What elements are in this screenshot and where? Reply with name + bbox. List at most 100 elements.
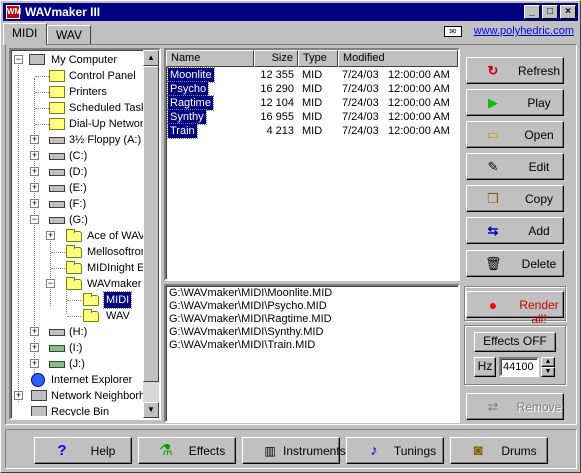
tree-item-drive-i[interactable]: + (I:) [11,340,159,356]
file-row[interactable]: Train 4 213 MID 7/24/03 12:00:00 AM [166,123,458,139]
file-row[interactable]: Synthy 16 955 MID 7/24/03 12:00:00 AM [166,109,458,125]
website-link[interactable]: www.polyhedric.com [474,25,574,37]
open-button[interactable]: ▭ Open [466,121,564,148]
tree-item-dialup[interactable]: Dial-Up Networking [11,116,159,132]
tree-item-wavmaker[interactable]: − WAVmaker [11,276,159,292]
expand-icon[interactable]: + [30,167,39,176]
column-header-size[interactable]: Size [254,50,298,67]
tree-item-printers[interactable]: Printers [11,84,159,100]
add-button[interactable]: ⇆ Add [466,217,564,244]
drive-icon [49,169,65,176]
piano-icon: ▥ [264,444,276,458]
list-item[interactable]: G:\WAVmaker\MIDI\Psycho.MID [169,300,327,313]
minimize-button[interactable]: _ [524,5,540,19]
scroll-thumb[interactable] [143,66,159,382]
tree-item-drive-c[interactable]: + (C:) [11,148,159,164]
expand-icon[interactable]: + [30,343,39,352]
drive-icon [49,329,65,336]
instruments-button[interactable]: ▥ Instruments [242,437,346,464]
printers-icon [49,86,65,98]
window-title: WAVmaker III [25,5,101,19]
email-icon[interactable]: ✉ [443,26,462,37]
file-row[interactable]: Moonlite 12 355 MID 7/24/03 12:00:00 AM [166,67,458,83]
folder-icon [66,261,82,274]
collapse-icon[interactable]: − [14,55,23,64]
title-bar[interactable]: WM WAVmaker III _ □ × [3,3,578,21]
tree-item-midi[interactable]: MIDI [11,291,159,309]
help-icon: ? [57,442,67,459]
list-item[interactable]: G:\WAVmaker\MIDI\Moonlite.MID [169,287,332,300]
play-button[interactable]: ▶ Play [466,89,564,116]
tree-item-recycle-bin[interactable]: Recycle Bin [11,404,159,416]
tree-item-drive-h[interactable]: + (H:) [11,324,159,340]
file-row[interactable]: Psycho 16 290 MID 7/24/03 12:00:00 AM [166,81,458,97]
collapse-icon[interactable]: − [30,215,39,224]
list-item[interactable]: G:\WAVmaker\MIDI\Synthy.MID [169,326,323,339]
column-header-type[interactable]: Type [298,50,338,67]
render-queue-list[interactable]: G:\WAVmaker\MIDI\Moonlite.MID G:\WAVmake… [164,284,460,423]
list-item[interactable]: G:\WAVmaker\MIDI\Train.MID [169,339,315,352]
tree-item-internet-explorer[interactable]: Internet Explorer [11,372,159,388]
effects-off-button[interactable]: Effects OFF [474,332,556,352]
tree-item-midinight-express[interactable]: MIDInight Express [11,260,159,276]
hz-button[interactable]: Hz [474,357,496,377]
floppy-icon [49,137,65,144]
scroll-down-icon[interactable]: ▼ [143,402,159,418]
render-all-button[interactable]: ● Render all! [466,291,564,326]
drum-icon: ◙ [473,442,483,459]
tree-item-control-panel[interactable]: Control Panel [11,68,159,84]
drums-button[interactable]: ◙ Drums [450,437,548,464]
effects-button[interactable]: ⚗ Effects [138,437,236,464]
help-button[interactable]: ? Help [34,437,132,464]
tree-item-wav[interactable]: WAV [11,308,159,324]
tree-item-floppy[interactable]: + 3½ Floppy (A:) [11,132,159,148]
refresh-button[interactable]: ↻ Refresh [466,57,564,84]
tree-item-scheduled-tasks[interactable]: Scheduled Tasks [11,100,159,116]
expand-icon[interactable]: + [14,391,23,400]
folder-icon [66,245,82,258]
remove-icon: ⇄ [487,399,499,414]
app-icon[interactable]: WM [6,5,21,19]
file-row[interactable]: Ragtime 12 104 MID 7/24/03 12:00:00 AM [166,95,458,111]
delete-button[interactable]: 🗑 Delete [466,250,564,277]
list-item[interactable]: G:\WAVmaker\MIDI\Ragtime.MID [169,313,332,326]
tree-item-mellosoftron[interactable]: Mellosoftron [11,244,159,260]
expand-icon[interactable]: + [30,359,39,368]
tab-midi[interactable]: MIDI [3,23,47,45]
scroll-up-icon[interactable]: ▲ [143,50,159,66]
tunings-button[interactable]: ♪ Tunings [346,437,444,464]
tree-item-my-computer[interactable]: − My Computer [11,52,159,68]
close-button[interactable]: × [560,5,576,19]
folder-open-icon: ▭ [486,127,500,142]
expand-icon[interactable]: + [46,231,55,240]
tree-item-drive-f[interactable]: + (F:) [11,196,159,212]
maximize-button[interactable]: □ [542,5,558,19]
drive-icon [49,185,65,192]
collapse-icon[interactable]: − [46,279,55,288]
column-header-modified[interactable]: Modified [338,50,458,67]
expand-icon[interactable]: + [30,327,39,336]
expand-icon[interactable]: + [30,183,39,192]
tree-item-network[interactable]: + Network Neighborhood [11,388,159,404]
tree-item-drive-g[interactable]: − (G:) [11,212,159,228]
remove-button[interactable]: ⇄ Remove [466,393,564,420]
copy-button[interactable]: ❐ Copy [466,185,564,212]
spin-up-icon[interactable]: ▲ [541,357,555,367]
sample-rate-input[interactable]: 44100 [499,357,539,377]
tree-item-drive-e[interactable]: + (E:) [11,180,159,196]
tab-wav[interactable]: WAV [47,25,91,45]
file-list[interactable]: Name Size Type Modified Moonlite 12 355 … [164,48,460,281]
control-panel-icon [49,70,65,82]
edit-button[interactable]: ✎ Edit [466,153,564,180]
tree-scrollbar[interactable]: ▲ ▼ [143,50,159,418]
tree-item-drive-d[interactable]: + (D:) [11,164,159,180]
folder-tree[interactable]: − My Computer Control Panel Printers Sch… [9,48,161,420]
expand-icon[interactable]: + [30,135,39,144]
column-header-name[interactable]: Name [166,50,254,67]
tree-item-drive-j[interactable]: + (J:) [11,356,159,372]
expand-icon[interactable]: + [30,199,39,208]
tree-item-ace-of-wav[interactable]: + Ace of WAV [11,228,159,244]
expand-icon[interactable]: + [30,151,39,160]
internet-explorer-icon [31,373,45,387]
spin-down-icon[interactable]: ▼ [541,367,555,377]
